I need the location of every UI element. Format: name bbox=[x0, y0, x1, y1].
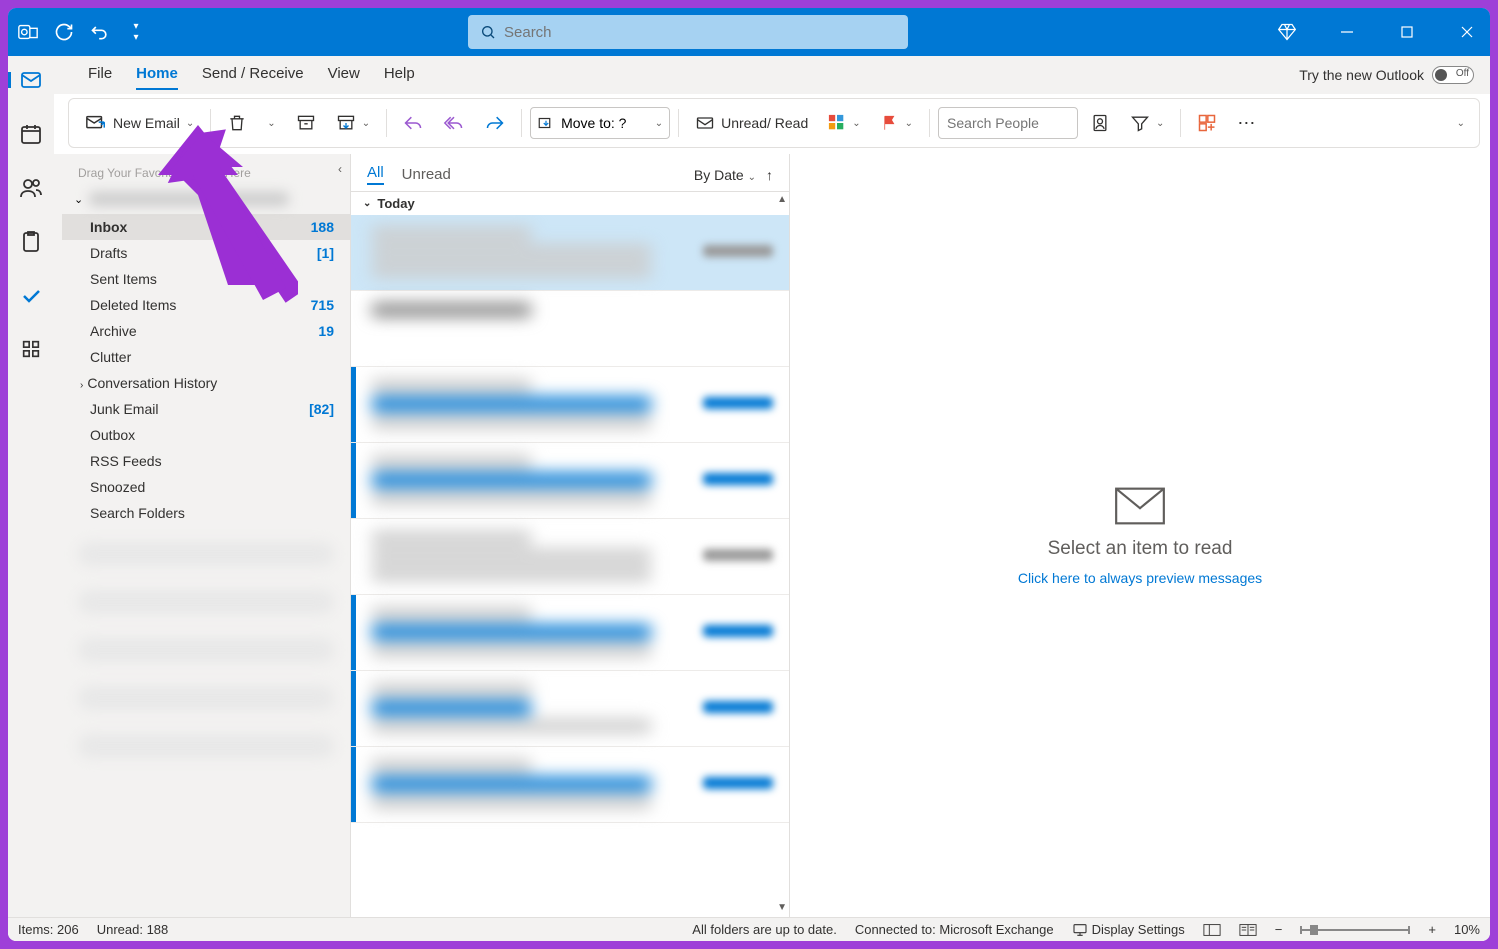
folder-snoozed[interactable]: Snoozed bbox=[62, 474, 350, 500]
moveto-combo[interactable]: Move to: ? ⌄ bbox=[530, 107, 670, 139]
tab-file[interactable]: File bbox=[88, 59, 112, 90]
status-items: Items: 206 bbox=[18, 922, 79, 937]
unread-read-button[interactable]: Unread/ Read bbox=[687, 105, 816, 141]
filter-unread[interactable]: Unread bbox=[402, 166, 451, 183]
search-people-input[interactable] bbox=[938, 107, 1078, 139]
premium-icon[interactable] bbox=[1272, 17, 1302, 47]
chevron-down-icon: ⌄ bbox=[186, 118, 194, 129]
outlook-logo-icon bbox=[16, 20, 40, 44]
delete-dropdown[interactable]: ⌄ bbox=[259, 105, 283, 141]
menu-bar: File Home Send / Receive View Help Try t… bbox=[8, 56, 1490, 94]
reply-button[interactable] bbox=[395, 105, 431, 141]
unread-read-label: Unread/ Read bbox=[721, 115, 808, 131]
close-button[interactable] bbox=[1452, 17, 1482, 47]
message-item[interactable] bbox=[351, 367, 789, 443]
categorize-button[interactable]: ⌄ bbox=[820, 105, 868, 141]
rail-mail-icon[interactable] bbox=[14, 68, 48, 92]
view-reading-icon[interactable] bbox=[1239, 923, 1257, 937]
search-box[interactable] bbox=[468, 15, 908, 49]
folder-inbox[interactable]: Inbox188 bbox=[62, 214, 350, 240]
favorites-hint: Drag Your Favorite Folders Here bbox=[62, 158, 350, 188]
move-button[interactable]: ⌄ bbox=[328, 105, 378, 141]
message-item[interactable] bbox=[351, 671, 789, 747]
status-connection: Connected to: Microsoft Exchange bbox=[855, 922, 1054, 937]
reading-pane: Select an item to read Click here to alw… bbox=[790, 154, 1490, 917]
folder-pane: ‹ Drag Your Favorite Folders Here ⌄ Inbo… bbox=[62, 154, 350, 917]
archive-button[interactable] bbox=[288, 105, 324, 141]
zoom-out-icon[interactable]: − bbox=[1275, 922, 1283, 937]
message-item[interactable] bbox=[351, 595, 789, 671]
folder-conversation-history[interactable]: ›Conversation History bbox=[62, 370, 350, 396]
tab-help[interactable]: Help bbox=[384, 59, 415, 90]
folder-drafts[interactable]: Drafts[1] bbox=[62, 240, 350, 266]
delete-button[interactable] bbox=[219, 105, 255, 141]
new-email-button[interactable]: New Email ⌄ bbox=[77, 105, 202, 141]
flag-button[interactable]: ⌄ bbox=[873, 105, 921, 141]
folder-sent-items[interactable]: Sent Items bbox=[62, 266, 350, 292]
group-today[interactable]: ⌄Today bbox=[351, 191, 789, 215]
search-input[interactable] bbox=[504, 24, 896, 41]
display-settings-button[interactable]: Display Settings bbox=[1072, 922, 1185, 938]
undo-icon[interactable] bbox=[88, 20, 112, 44]
maximize-button[interactable] bbox=[1392, 17, 1422, 47]
scroll-up-icon[interactable]: ▲ bbox=[777, 194, 787, 205]
rail-tasks-icon[interactable] bbox=[14, 230, 48, 254]
sync-icon[interactable] bbox=[52, 20, 76, 44]
address-book-button[interactable] bbox=[1082, 105, 1118, 141]
status-unread: Unread: 188 bbox=[97, 922, 169, 937]
tab-home[interactable]: Home bbox=[136, 59, 178, 90]
folder-clutter[interactable]: Clutter bbox=[62, 344, 350, 370]
message-item[interactable] bbox=[351, 443, 789, 519]
rail-todo-icon[interactable] bbox=[14, 284, 48, 308]
try-new-label: Try the new Outlook bbox=[1299, 67, 1424, 83]
toggle-off-label: Off bbox=[1456, 68, 1469, 79]
sort-by-date[interactable]: By Date ⌄ bbox=[694, 167, 756, 183]
minimize-button[interactable] bbox=[1332, 17, 1362, 47]
rail-calendar-icon[interactable] bbox=[14, 122, 48, 146]
tab-send-receive[interactable]: Send / Receive bbox=[202, 59, 304, 90]
view-normal-icon[interactable] bbox=[1203, 923, 1221, 937]
ribbon-collapse-icon[interactable]: ⌄ bbox=[1457, 118, 1465, 129]
title-bar: ▾▾ bbox=[8, 8, 1490, 56]
zoom-in-icon[interactable]: + bbox=[1428, 922, 1436, 937]
try-new-toggle[interactable]: Off bbox=[1432, 66, 1474, 84]
ribbon: New Email ⌄ ⌄ ⌄ Move to: ? ⌄ Unread/ Rea… bbox=[68, 98, 1480, 148]
zoom-level[interactable]: 10% bbox=[1454, 922, 1480, 937]
reading-pane-title: Select an item to read bbox=[1048, 538, 1233, 560]
account-row[interactable]: ⌄ bbox=[62, 188, 350, 210]
search-icon bbox=[480, 24, 496, 40]
folder-rss-feeds[interactable]: RSS Feeds bbox=[62, 448, 350, 474]
folder-archive[interactable]: Archive19 bbox=[62, 318, 350, 344]
qat-dropdown-icon[interactable]: ▾▾ bbox=[124, 20, 148, 44]
new-email-label: New Email bbox=[113, 115, 180, 131]
filter-button[interactable]: ⌄ bbox=[1122, 105, 1172, 141]
status-sync: All folders are up to date. bbox=[692, 922, 837, 937]
reply-all-button[interactable] bbox=[435, 105, 473, 141]
scroll-down-icon[interactable]: ▼ bbox=[777, 902, 787, 913]
forward-button[interactable] bbox=[477, 105, 513, 141]
sort-direction-icon[interactable]: ↑ bbox=[766, 167, 773, 183]
message-item[interactable] bbox=[351, 747, 789, 823]
message-item[interactable] bbox=[351, 291, 789, 367]
folder-search-folders[interactable]: Search Folders bbox=[62, 500, 350, 526]
left-rail bbox=[8, 56, 54, 356]
more-button[interactable]: ⋯ bbox=[1229, 105, 1263, 141]
message-item[interactable] bbox=[351, 215, 789, 291]
reading-pane-link[interactable]: Click here to always preview messages bbox=[1018, 570, 1262, 586]
folder-deleted-items[interactable]: Deleted Items715 bbox=[62, 292, 350, 318]
rail-people-icon[interactable] bbox=[14, 176, 48, 200]
status-bar: Items: 206 Unread: 188 All folders are u… bbox=[8, 917, 1490, 941]
folder-junk-email[interactable]: Junk Email[82] bbox=[62, 396, 350, 422]
filter-all[interactable]: All bbox=[367, 164, 384, 185]
zoom-slider[interactable] bbox=[1300, 929, 1410, 931]
message-item[interactable] bbox=[351, 519, 789, 595]
message-list: All Unread By Date ⌄ ↑ ⌄Today ▲ ▼ bbox=[350, 154, 790, 917]
rail-more-icon[interactable] bbox=[14, 338, 48, 360]
moveto-label: Move to: ? bbox=[561, 115, 649, 131]
tab-view[interactable]: View bbox=[328, 59, 360, 90]
envelope-icon bbox=[1114, 486, 1166, 526]
addin-button[interactable] bbox=[1189, 105, 1225, 141]
collapse-folder-pane-icon[interactable]: ‹ bbox=[338, 162, 342, 176]
folder-outbox[interactable]: Outbox bbox=[62, 422, 350, 448]
